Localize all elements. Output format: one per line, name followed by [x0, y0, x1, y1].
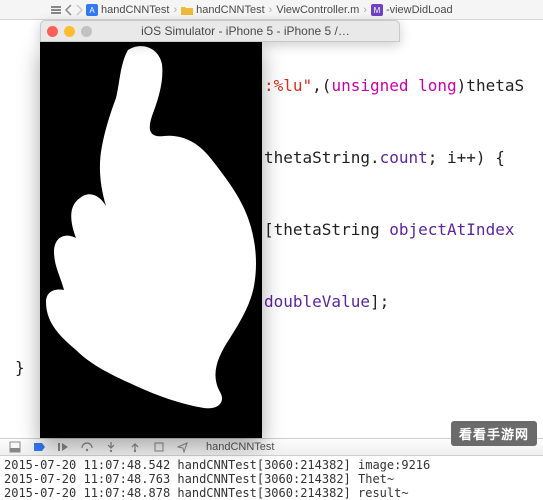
code-line	[264, 362, 543, 386]
code-line: [thetaString objectAtIndex	[264, 218, 543, 242]
step-into-icon[interactable]	[104, 440, 118, 454]
watermark: 看看手游网	[451, 421, 537, 446]
svg-text:M: M	[374, 6, 381, 15]
breadcrumb-target[interactable]: A handCNNTest	[86, 4, 169, 16]
breadcrumb-sep: ›	[173, 4, 177, 16]
location-icon[interactable]	[176, 440, 190, 454]
closing-brace: }	[15, 356, 25, 380]
console-line: 2015-07-20 11:07:48.542 handCNNTest[3060…	[4, 458, 539, 472]
zoom-icon[interactable]	[81, 26, 92, 37]
breadcrumb-label: handCNNTest	[101, 4, 169, 16]
related-items-icon[interactable]	[50, 4, 62, 16]
debug-target-label[interactable]: handCNNTest	[206, 441, 274, 453]
console-output[interactable]: 2015-07-20 11:07:48.542 handCNNTest[3060…	[0, 456, 543, 500]
breadcrumb-sep: ›	[269, 4, 273, 16]
hide-debug-icon[interactable]	[8, 440, 22, 454]
debug-view-icon[interactable]	[152, 440, 166, 454]
window-controls	[47, 26, 92, 37]
minimize-icon[interactable]	[64, 26, 75, 37]
console-line: 2015-07-20 11:07:48.763 handCNNTest[3060…	[4, 472, 539, 486]
console-line: 2015-07-20 11:07:48.878 handCNNTest[3060…	[4, 486, 539, 500]
breadcrumb-method[interactable]: M -viewDidLoad	[371, 4, 453, 16]
code-line: :%lu",(unsigned long)thetaS	[264, 74, 543, 98]
xcode-window: A handCNNTest › handCNNTest › ViewContro…	[0, 0, 543, 500]
continue-icon[interactable]	[56, 440, 70, 454]
code-line: thetaString.count; i++) {	[264, 146, 543, 170]
simulator-screen[interactable]	[40, 42, 262, 438]
app-target-icon: A	[86, 4, 98, 16]
breadcrumb-sep: ›	[363, 4, 367, 16]
forward-icon[interactable]	[75, 4, 84, 16]
hand-silhouette-image	[40, 42, 262, 438]
method-icon: M	[371, 4, 383, 16]
simulator-title: iOS Simulator - iPhone 5 - iPhone 5 /…	[98, 24, 393, 38]
close-icon[interactable]	[47, 26, 58, 37]
simulator-titlebar[interactable]: iOS Simulator - iPhone 5 - iPhone 5 /…	[40, 20, 400, 42]
jump-bar[interactable]: A handCNNTest › handCNNTest › ViewContro…	[0, 0, 543, 20]
folder-icon	[181, 5, 193, 15]
step-out-icon[interactable]	[128, 440, 142, 454]
svg-text:A: A	[89, 6, 95, 15]
breakpoints-icon[interactable]	[32, 440, 46, 454]
step-over-icon[interactable]	[80, 440, 94, 454]
breadcrumb-label: handCNNTest	[196, 4, 264, 16]
breadcrumb-label: -viewDidLoad	[386, 4, 453, 16]
code-line: doubleValue];	[264, 290, 543, 314]
back-icon[interactable]	[64, 4, 73, 16]
breadcrumb-file[interactable]: ViewController.m	[276, 4, 359, 16]
breadcrumb-label: ViewController.m	[276, 4, 359, 16]
breadcrumb-folder[interactable]: handCNNTest	[181, 4, 264, 16]
